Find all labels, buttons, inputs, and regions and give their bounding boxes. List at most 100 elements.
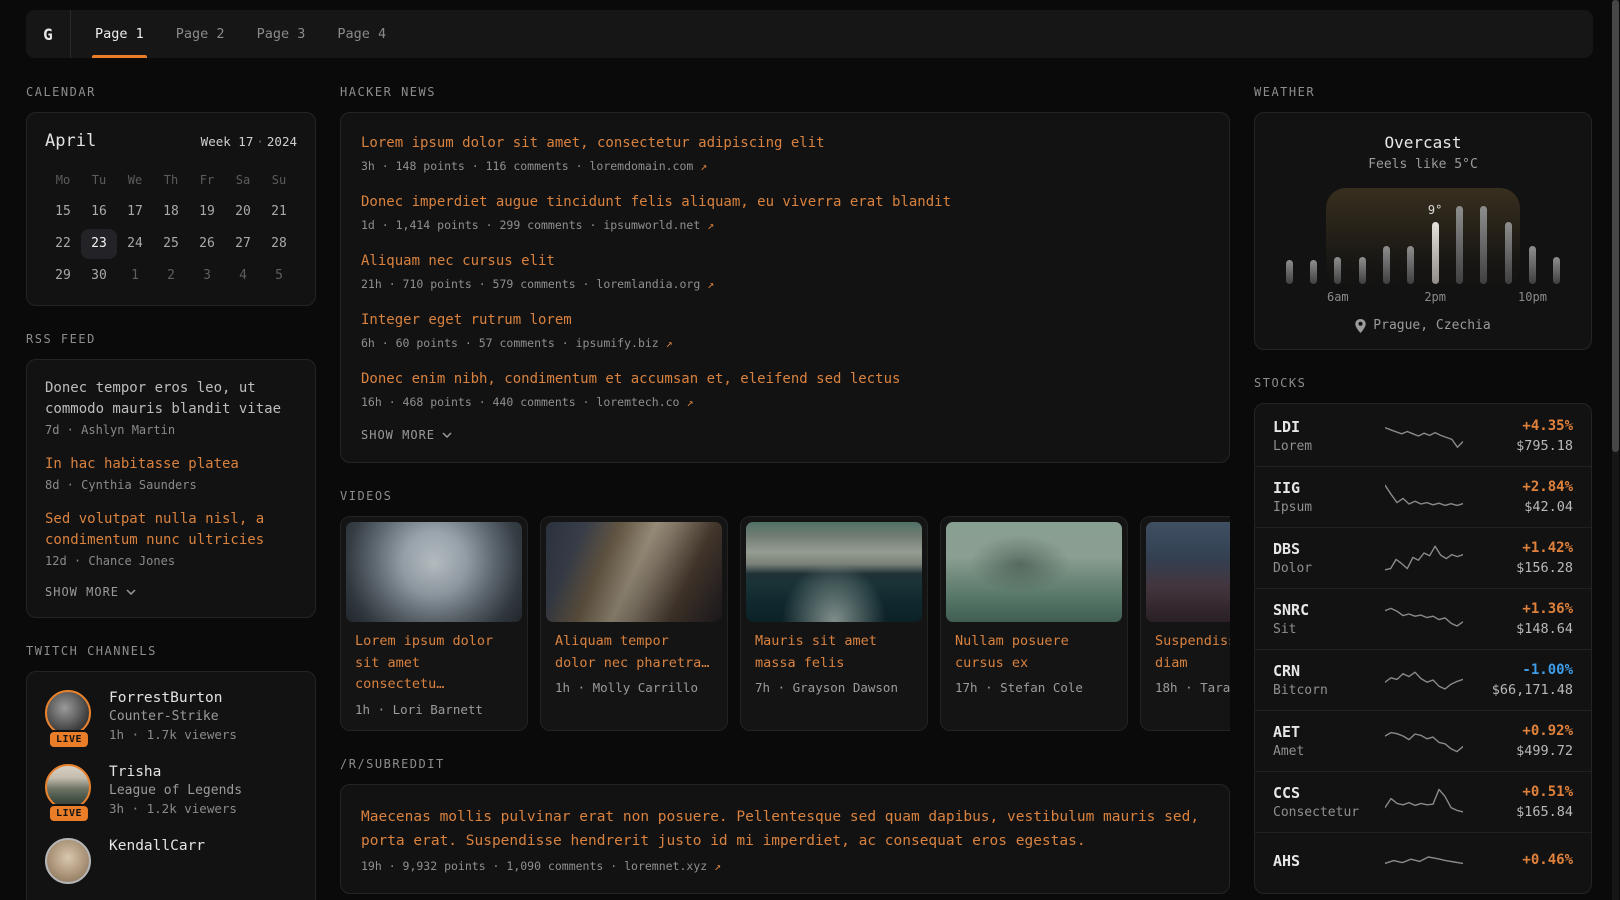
stock-values: +0.92% $499.72 (1516, 723, 1573, 759)
stock-price: $66,171.48 (1492, 682, 1573, 698)
avatar-wrap (45, 838, 93, 884)
stock-change: +2.84% (1522, 479, 1573, 495)
weather-card: Overcast Feels like 5°C 9° 6am2pm10pm Pr… (1254, 112, 1592, 350)
video-thumbnail (346, 522, 522, 622)
video-card[interactable]: Aliquam tempor dolor nec pharetra… 1h · … (540, 516, 728, 731)
stock-name: Consectetur (1273, 805, 1385, 820)
day-header: Fr (189, 165, 225, 195)
twitch-channel[interactable]: LIVE Trisha League of Legends 3h · 1.2k … (45, 764, 297, 816)
hn-item-title[interactable]: Donec enim nibh, condimentum et accumsan… (361, 369, 1209, 390)
twitch-channel[interactable]: LIVE ForrestBurton Counter-Strike 1h · 1… (45, 690, 297, 742)
weather-bar-column (1374, 246, 1398, 284)
weather-bar (1310, 260, 1317, 284)
hn-meta-text: 1d · 1,414 points · 299 comments · ipsum… (361, 218, 700, 232)
rss-item-title[interactable]: Sed volutpat nulla nisl, a condimentum n… (45, 509, 297, 551)
scrollbar-thumb[interactable] (1612, 0, 1619, 452)
avatar-wrap: LIVE (45, 764, 93, 816)
stock-values: +0.46% (1522, 852, 1573, 872)
video-meta: 17h · Stefan Cole (955, 680, 1113, 695)
stock-row[interactable]: CRN Bitcorn -1.00% $66,171.48 (1255, 649, 1591, 710)
stock-sparkline (1385, 602, 1463, 636)
separator-dot: · (256, 134, 264, 149)
stock-name: Lorem (1273, 439, 1385, 454)
weather-bar-chart: 9° (1277, 188, 1569, 284)
stock-change: +0.92% (1516, 723, 1573, 739)
stock-id: SNRC Sit (1273, 601, 1385, 637)
live-badge: LIVE (48, 804, 90, 823)
tab-page-2[interactable]: Page 2 (160, 10, 241, 58)
content-grid: CALENDAR April Week 17·2024 Mo Tu We Th … (26, 85, 1593, 900)
stock-name: Amet (1273, 744, 1385, 759)
hn-item-title[interactable]: Aliquam nec cursus elit (361, 251, 1209, 272)
video-card[interactable]: Suspendisse diam 18h · Tara (1140, 516, 1230, 731)
rss-item-title[interactable]: In hac habitasse platea (45, 454, 297, 475)
rss-section: RSS FEED Donec tempor eros leo, ut commo… (26, 332, 316, 618)
calendar-day: 3 (189, 261, 225, 291)
twitch-channel[interactable]: KendallCarr (45, 838, 297, 884)
hn-item-title[interactable]: Integer eget rutrum lorem (361, 310, 1209, 331)
stock-sparkline (1385, 663, 1463, 697)
weather-hour-label: 2pm (1424, 290, 1446, 304)
external-link-icon: ↗ (666, 336, 673, 350)
calendar-day: 25 (153, 229, 189, 259)
stock-id: LDI Lorem (1273, 418, 1385, 454)
stock-sparkline (1385, 845, 1463, 879)
rss-item: Donec tempor eros leo, ut commodo mauris… (45, 378, 297, 437)
stock-row[interactable]: SNRC Sit +1.36% $148.64 (1255, 588, 1591, 649)
calendar-day: 27 (225, 229, 261, 259)
calendar-week-year: Week 17·2024 (201, 134, 297, 149)
weather-bar (1359, 257, 1366, 284)
hackernews-section: HACKER NEWS Lorem ipsum dolor sit amet, … (340, 85, 1230, 463)
calendar-day: 26 (189, 229, 225, 259)
calendar-day: 4 (225, 261, 261, 291)
video-title: Aliquam tempor dolor nec pharetra… (555, 631, 713, 674)
hn-item: Donec imperdiet augue tincidunt felis al… (361, 192, 1209, 232)
weather-bar (1432, 222, 1439, 284)
twitch-section: TWITCH CHANNELS LIVE ForrestBurton Count… (26, 644, 316, 900)
rss-card: Donec tempor eros leo, ut commodo mauris… (26, 359, 316, 618)
stock-row[interactable]: DBS Dolor +1.42% $156.28 (1255, 527, 1591, 588)
stock-price: $42.04 (1522, 499, 1573, 515)
video-text: Suspendisse diam 18h · Tara (1146, 622, 1230, 703)
hackernews-section-label: HACKER NEWS (340, 85, 1230, 99)
weather-bar-column (1399, 246, 1423, 284)
calendar-day: 19 (189, 197, 225, 227)
video-card[interactable]: Mauris sit amet massa felis 7h · Grayson… (740, 516, 928, 731)
calendar-day: 30 (81, 261, 117, 291)
channel-name: Trisha (109, 764, 242, 780)
stock-row[interactable]: CCS Consectetur +0.51% $165.84 (1255, 771, 1591, 832)
stock-row[interactable]: LDI Lorem +4.35% $795.18 (1255, 406, 1591, 466)
hn-meta-text: 6h · 60 points · 57 comments · ipsumify.… (361, 336, 659, 350)
calendar-section-label: CALENDAR (26, 85, 316, 99)
tab-page-1[interactable]: Page 1 (79, 10, 160, 58)
tab-page-3[interactable]: Page 3 (241, 10, 322, 58)
stock-ticker: CCS (1273, 784, 1385, 802)
calendar-grid: Mo Tu We Th Fr Sa Su 15 16 17 18 19 20 2… (45, 165, 297, 291)
tab-page-4[interactable]: Page 4 (321, 10, 402, 58)
stock-row[interactable]: IIG Ipsum +2.84% $42.04 (1255, 466, 1591, 527)
rss-item-title[interactable]: Donec tempor eros leo, ut commodo mauris… (45, 378, 297, 420)
scrollbar[interactable] (1612, 0, 1619, 900)
stock-change: +4.35% (1516, 418, 1573, 434)
post-meta-text: 19h · 9,932 points · 1,090 comments · lo… (361, 859, 707, 873)
weather-bar-column (1545, 257, 1569, 284)
weather-feels-like: Feels like 5°C (1273, 157, 1573, 172)
hn-show-more-button[interactable]: SHOW MORE (361, 428, 1209, 442)
rss-show-more-button[interactable]: SHOW MORE (45, 585, 297, 599)
channel-game: Counter-Strike (109, 709, 237, 724)
subreddit-section: /R/SUBREDDIT Maecenas mollis pulvinar er… (340, 757, 1230, 894)
video-card[interactable]: Lorem ipsum dolor sit amet consectetu… 1… (340, 516, 528, 731)
stock-row[interactable]: AET Amet +0.92% $499.72 (1255, 710, 1591, 771)
rss-item: Sed volutpat nulla nisl, a condimentum n… (45, 509, 297, 568)
hn-item-title[interactable]: Donec imperdiet augue tincidunt felis al… (361, 192, 1209, 213)
post-title[interactable]: Maecenas mollis pulvinar erat non posuer… (361, 805, 1209, 853)
channel-name: KendallCarr (109, 838, 205, 854)
video-card[interactable]: Nullam posuere cursus ex 17h · Stefan Co… (940, 516, 1128, 731)
hn-item-title[interactable]: Lorem ipsum dolor sit amet, consectetur … (361, 133, 1209, 154)
weather-bar (1529, 246, 1536, 284)
post-meta: 19h · 9,932 points · 1,090 comments · lo… (361, 859, 1209, 873)
stock-id: IIG Ipsum (1273, 479, 1385, 515)
location-pin-icon (1355, 319, 1366, 333)
video-thumbnail (946, 522, 1122, 622)
stock-row[interactable]: AHS +0.46% (1255, 832, 1591, 891)
